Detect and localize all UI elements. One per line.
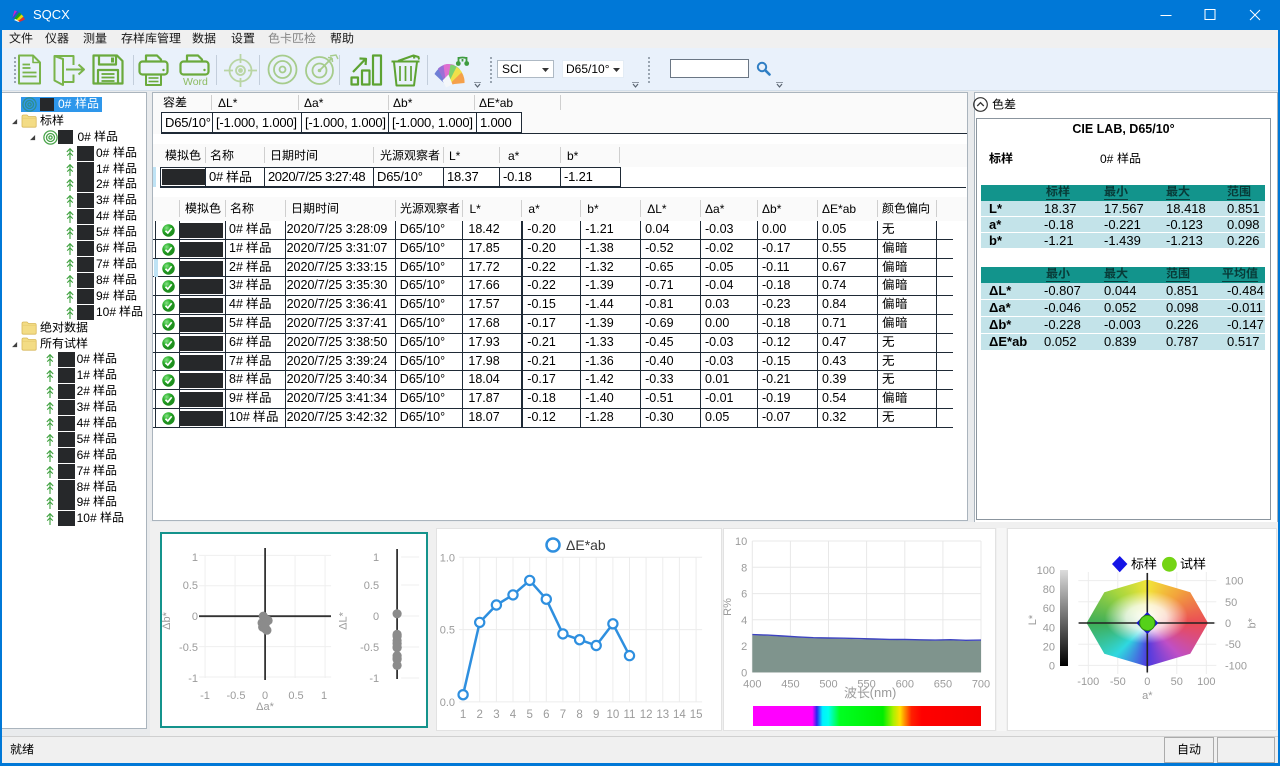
svg-text:100: 100 [1037, 565, 1055, 577]
svg-text:0: 0 [1225, 618, 1231, 630]
svg-text:0: 0 [1144, 676, 1150, 688]
svg-text:-1: -1 [369, 673, 379, 685]
svg-text:ΔE*ab: ΔE*ab [566, 537, 606, 553]
svg-text:-0.5: -0.5 [179, 642, 198, 654]
svg-text:3: 3 [493, 709, 499, 721]
svg-text:1: 1 [460, 709, 466, 721]
svg-text:400: 400 [743, 678, 761, 690]
svg-text:20: 20 [1043, 641, 1055, 653]
svg-text:4: 4 [741, 615, 747, 627]
svg-text:0.5: 0.5 [183, 580, 198, 592]
svg-text:ΔL*: ΔL* [338, 611, 350, 629]
svg-text:8: 8 [741, 562, 747, 574]
svg-text:-1: -1 [200, 690, 210, 702]
svg-text:2: 2 [741, 641, 747, 653]
svg-text:80: 80 [1043, 584, 1055, 596]
svg-text:2: 2 [476, 709, 482, 721]
svg-text:0.0: 0.0 [440, 697, 455, 709]
svg-text:100: 100 [1225, 576, 1243, 588]
svg-text:0: 0 [373, 611, 379, 623]
svg-text:12: 12 [640, 709, 653, 721]
svg-text:15: 15 [690, 709, 703, 721]
svg-text:Word: Word [183, 76, 208, 87]
svg-text:0: 0 [192, 611, 198, 623]
svg-text:-1: -1 [188, 673, 198, 685]
svg-text:7: 7 [560, 709, 566, 721]
svg-text:-0.5: -0.5 [227, 690, 246, 702]
svg-text:40: 40 [1043, 622, 1055, 634]
svg-text:1: 1 [192, 552, 198, 564]
svg-text:-50: -50 [1110, 676, 1126, 688]
svg-text:-100: -100 [1077, 676, 1099, 688]
svg-text:11: 11 [624, 709, 636, 721]
svg-text:450: 450 [781, 678, 799, 690]
svg-text:R%: R% [723, 598, 734, 616]
svg-text:a*: a* [1142, 690, 1153, 702]
svg-text:13: 13 [656, 709, 669, 721]
svg-text:b*: b* [1246, 617, 1258, 628]
svg-text:0.5: 0.5 [288, 690, 303, 702]
svg-text:Δa*: Δa* [256, 701, 274, 713]
svg-text:6: 6 [543, 709, 549, 721]
svg-text:Δb*: Δb* [161, 611, 173, 629]
svg-text:-50: -50 [1225, 639, 1241, 651]
svg-text:-0.5: -0.5 [360, 642, 379, 654]
svg-text:14: 14 [673, 709, 686, 721]
svg-text:6: 6 [741, 589, 747, 601]
svg-text:50: 50 [1171, 676, 1183, 688]
svg-text:9: 9 [593, 709, 599, 721]
svg-text:10: 10 [607, 709, 620, 721]
svg-text:L*: L* [1027, 614, 1039, 625]
svg-text:0: 0 [1049, 661, 1055, 673]
svg-text:50: 50 [1225, 597, 1237, 609]
svg-text:5: 5 [526, 709, 532, 721]
svg-text:8: 8 [576, 709, 582, 721]
svg-text:1.0: 1.0 [440, 552, 455, 564]
svg-text:100: 100 [1197, 676, 1215, 688]
svg-text:0.5: 0.5 [440, 625, 455, 637]
svg-text:1: 1 [373, 552, 379, 564]
svg-text:-100: -100 [1225, 660, 1247, 672]
svg-text:1: 1 [321, 690, 327, 702]
svg-text:700: 700 [972, 678, 990, 690]
svg-text:10: 10 [735, 536, 747, 548]
svg-text:0.5: 0.5 [364, 580, 379, 592]
svg-text:4: 4 [510, 709, 517, 721]
svg-text:60: 60 [1043, 603, 1055, 615]
